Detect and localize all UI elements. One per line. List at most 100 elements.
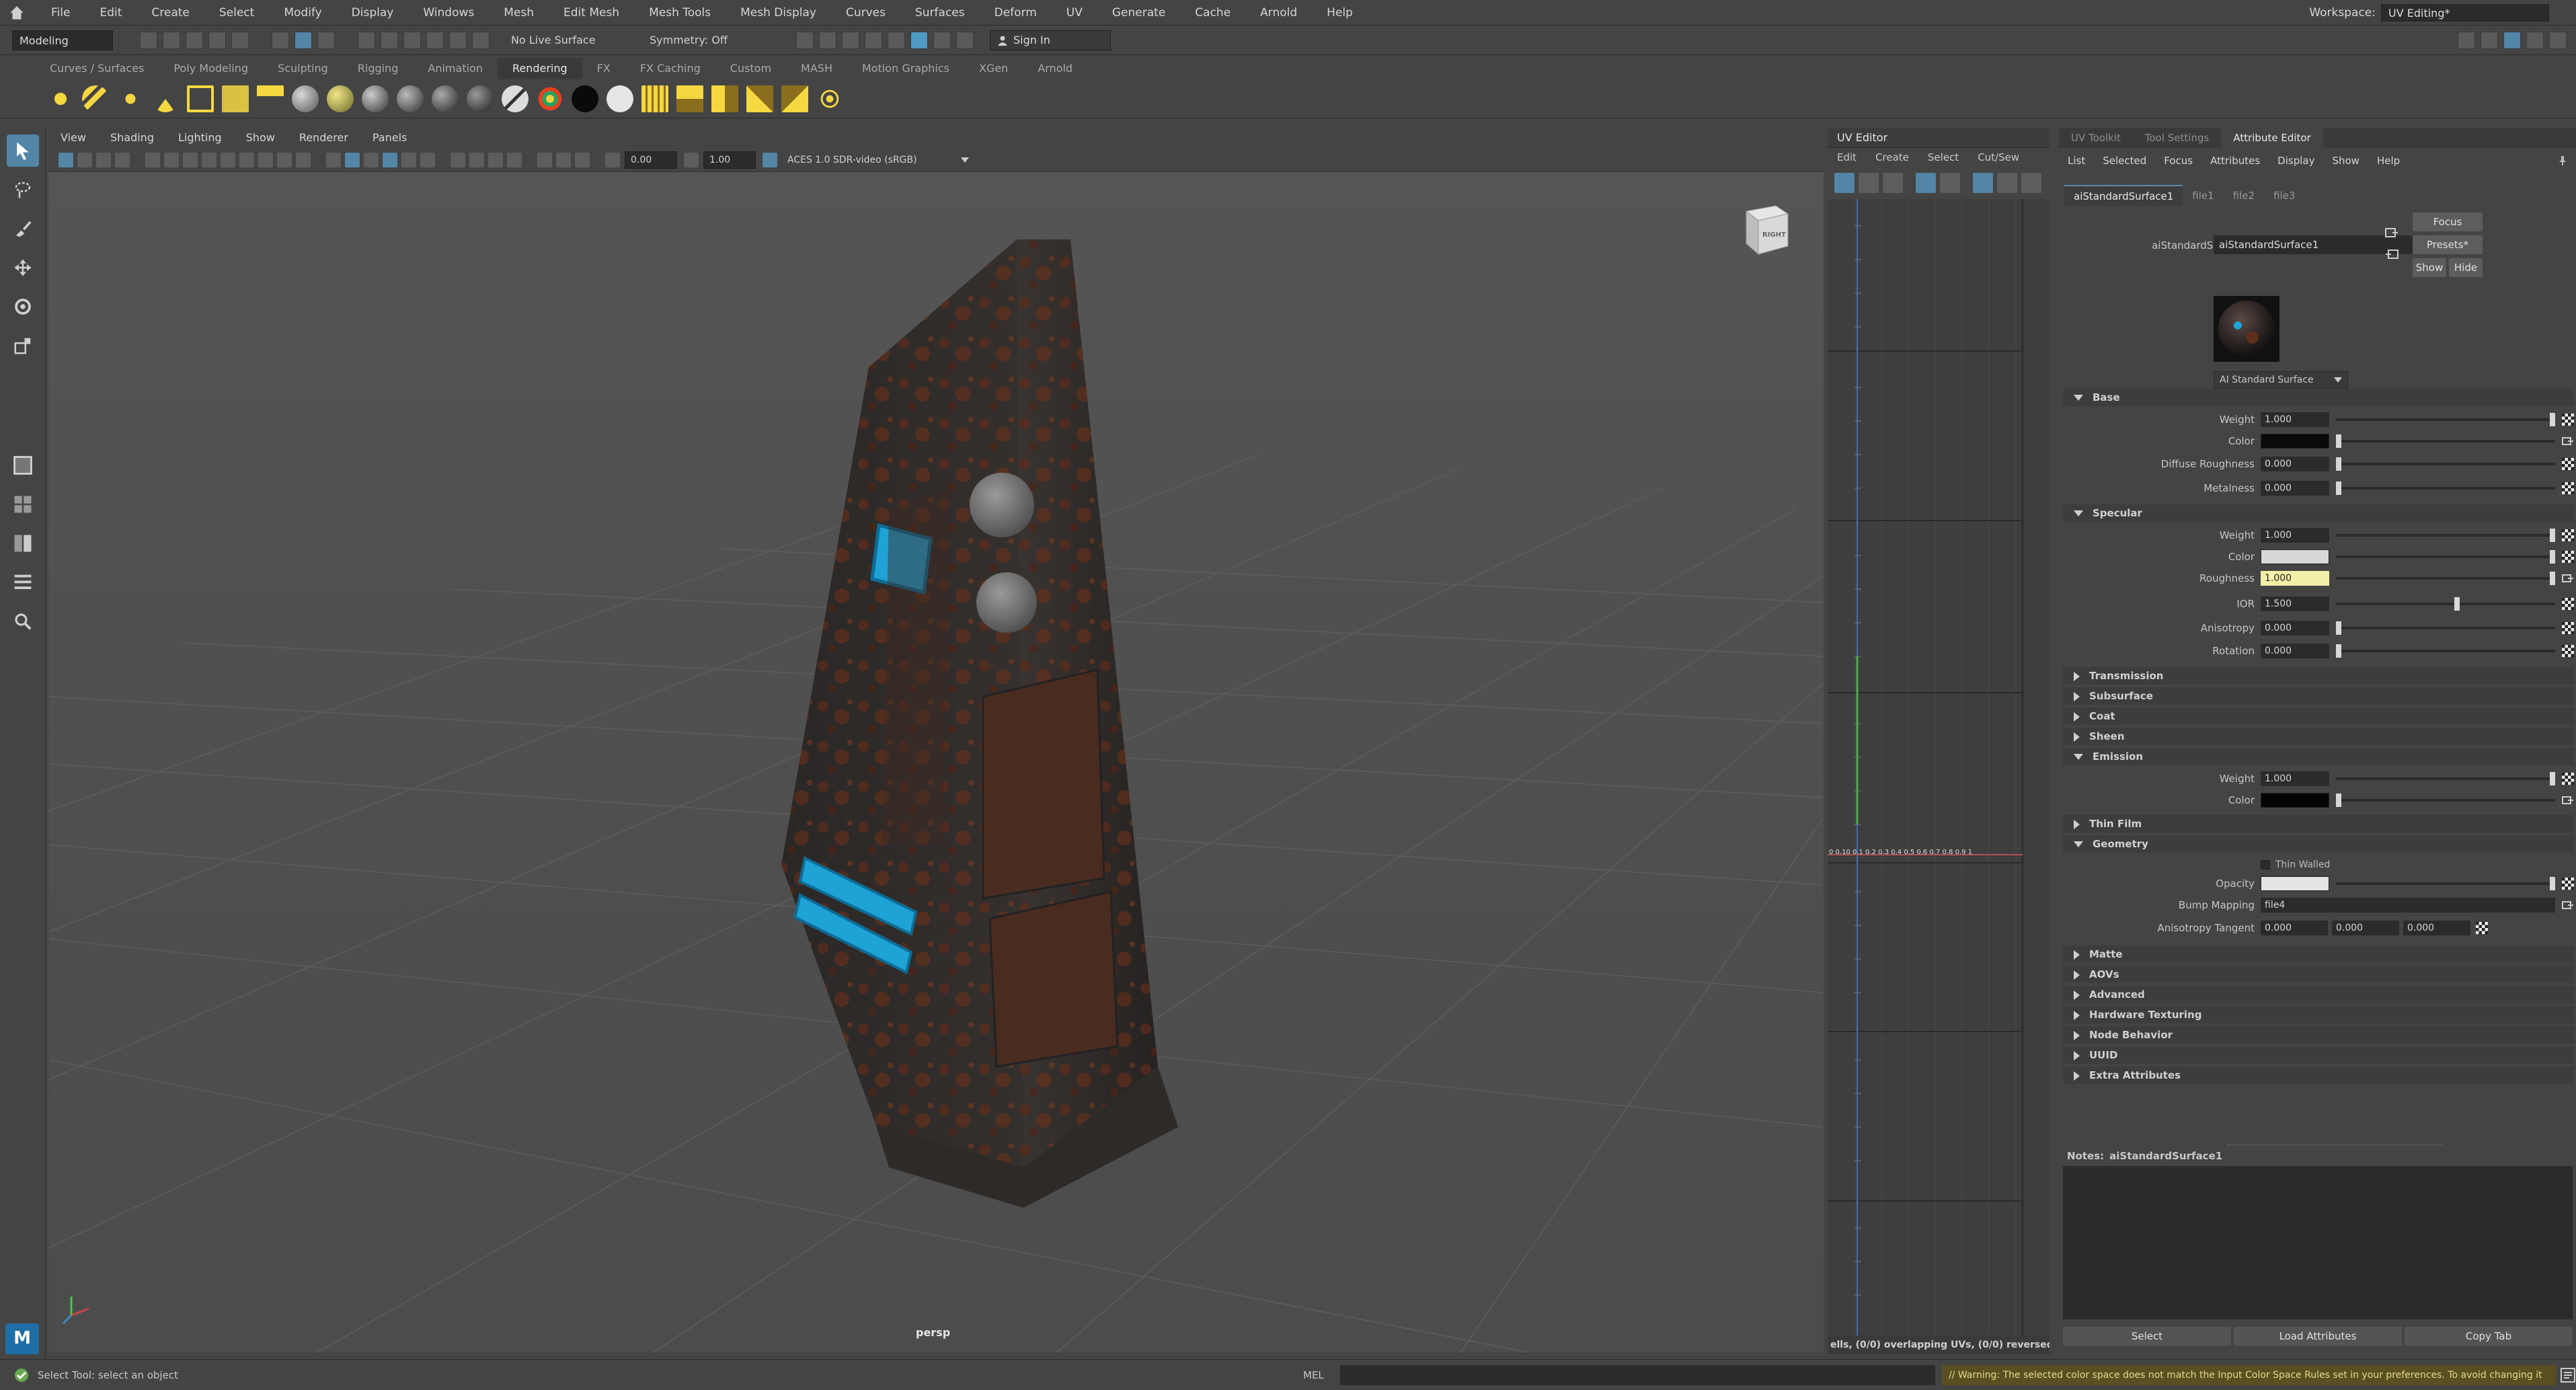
map-button-icon[interactable] bbox=[2562, 598, 2574, 610]
workspace-dropdown[interactable]: UV Editing* bbox=[2381, 3, 2549, 22]
snap-curve-icon[interactable] bbox=[381, 31, 398, 49]
outliner-layout-button[interactable] bbox=[7, 566, 39, 599]
snap-center-icon[interactable] bbox=[472, 31, 490, 49]
tool-settings-toggle-icon[interactable] bbox=[2526, 31, 2544, 49]
select-button[interactable]: Select bbox=[2063, 1327, 2231, 1346]
standard-surface-icon[interactable] bbox=[432, 85, 459, 112]
render-view-icon[interactable] bbox=[888, 31, 905, 49]
shelf-tab-arnold[interactable]: Arnold bbox=[1023, 58, 1087, 79]
section-aovs[interactable]: AOVs bbox=[2063, 966, 2574, 983]
anti-aliasing-icon[interactable] bbox=[488, 152, 503, 167]
focus-button[interactable]: Focus bbox=[2413, 213, 2483, 231]
light-editor-icon[interactable] bbox=[933, 31, 951, 49]
shelf-tab-xgen[interactable]: XGen bbox=[964, 58, 1023, 79]
tab-uv-toolkit[interactable]: UV Toolkit bbox=[2059, 128, 2133, 148]
wireframe-on-shaded-icon[interactable] bbox=[364, 152, 379, 167]
ior-slider[interactable] bbox=[2336, 597, 2555, 611]
map-button-icon[interactable] bbox=[2476, 922, 2488, 934]
blinn-material-icon[interactable] bbox=[327, 85, 354, 112]
emission-color-slider[interactable] bbox=[2336, 794, 2555, 807]
save-scene-icon[interactable] bbox=[186, 31, 203, 49]
map-button-icon[interactable] bbox=[2562, 458, 2574, 470]
shelf-tab-motion-graphics[interactable]: Motion Graphics bbox=[847, 58, 964, 79]
home-icon[interactable] bbox=[8, 4, 26, 22]
ae-menu-attributes[interactable]: Attributes bbox=[2201, 151, 2269, 171]
anisotropy-field[interactable]: 0.000 bbox=[2261, 621, 2329, 635]
spot-light-icon[interactable] bbox=[152, 85, 179, 112]
uv-image-display-icon[interactable] bbox=[1973, 173, 1993, 193]
uv-menu-cut-sew[interactable]: Cut/Sew bbox=[1968, 151, 2029, 163]
slider-knob[interactable] bbox=[2550, 572, 2555, 585]
open-scene-icon[interactable] bbox=[163, 31, 180, 49]
ambient-occlusion-icon[interactable] bbox=[451, 152, 465, 167]
slider-knob[interactable] bbox=[2550, 772, 2555, 785]
persp-outliner-layout-button[interactable] bbox=[7, 527, 39, 559]
channel-box-toggle-icon[interactable] bbox=[2481, 31, 2498, 49]
ae-menu-show[interactable]: Show bbox=[2323, 151, 2368, 171]
lambert-material-icon[interactable] bbox=[292, 85, 319, 112]
slider-knob[interactable] bbox=[2454, 597, 2460, 611]
rotation-slider[interactable] bbox=[2336, 644, 2555, 658]
depth-of-field-icon[interactable] bbox=[507, 152, 522, 167]
specular-color-slider[interactable] bbox=[2336, 550, 2555, 564]
paint-select-tool-button[interactable] bbox=[7, 213, 39, 245]
resolution-gate-icon[interactable] bbox=[221, 152, 235, 167]
slider-knob[interactable] bbox=[2336, 644, 2341, 658]
section-transmission[interactable]: Transmission bbox=[2063, 667, 2574, 685]
map-button-icon[interactable] bbox=[2562, 414, 2574, 426]
image-plane-icon[interactable] bbox=[115, 152, 130, 167]
uv-menu-select[interactable]: Select bbox=[1918, 151, 1968, 163]
select-camera-icon[interactable] bbox=[58, 152, 73, 167]
search-tool-button[interactable] bbox=[7, 605, 39, 638]
move-tool-button[interactable] bbox=[7, 252, 39, 284]
shelf-tab-rigging[interactable]: Rigging bbox=[343, 58, 414, 79]
anisotropy-tangent-z-field[interactable]: 0.000 bbox=[2403, 921, 2470, 935]
uv-menu-create[interactable]: Create bbox=[1866, 151, 1918, 163]
field-chart-icon[interactable] bbox=[258, 152, 273, 167]
show-button[interactable]: Show bbox=[2413, 258, 2446, 277]
anisotropy-tangent-x-field[interactable]: 0.000 bbox=[2261, 921, 2328, 935]
emission-weight-field[interactable]: 1.000 bbox=[2261, 771, 2329, 786]
section-uuid[interactable]: UUID bbox=[2063, 1046, 2574, 1064]
menu-generate[interactable]: Generate bbox=[1097, 0, 1180, 26]
xray-icon[interactable] bbox=[556, 152, 571, 167]
opacity-slider[interactable] bbox=[2336, 877, 2555, 890]
section-specular[interactable]: Specular bbox=[2063, 504, 2574, 522]
attribute-editor-toggle-icon[interactable] bbox=[2503, 31, 2521, 49]
ai-standard-surface-icon[interactable] bbox=[467, 85, 494, 112]
tab-attribute-editor[interactable]: Attribute Editor bbox=[2221, 128, 2323, 148]
section-extra-attributes[interactable]: Extra Attributes bbox=[2063, 1067, 2574, 1084]
specular-color-swatch[interactable] bbox=[2261, 549, 2329, 564]
viewport-menu-shading[interactable]: Shading bbox=[98, 128, 166, 148]
thin-walled-checkbox[interactable] bbox=[2261, 860, 2270, 870]
copy-tab-button[interactable]: Copy Tab bbox=[2405, 1327, 2573, 1346]
node-tab-aistandardsurface1[interactable]: aiStandardSurface1 bbox=[2064, 185, 2183, 206]
gate-mask-icon[interactable] bbox=[239, 152, 254, 167]
mel-label[interactable]: MEL bbox=[1303, 1369, 1324, 1381]
viewport-menu-view[interactable]: View bbox=[48, 128, 98, 148]
area-light-icon[interactable] bbox=[187, 85, 214, 112]
select-tool-button[interactable] bbox=[6, 134, 39, 167]
menu-help[interactable]: Help bbox=[1312, 0, 1368, 26]
hair-shader-icon[interactable] bbox=[502, 85, 529, 112]
map-button-icon[interactable] bbox=[2562, 773, 2574, 785]
slider-knob[interactable] bbox=[2550, 877, 2555, 890]
section-geometry[interactable]: Geometry bbox=[2063, 835, 2574, 853]
menu-edit-mesh[interactable]: Edit Mesh bbox=[549, 0, 634, 26]
map-button-icon[interactable] bbox=[2562, 529, 2574, 541]
view-transform-dropdown[interactable]: ACES 1.0 SDR-video (sRGB) bbox=[782, 151, 974, 168]
specular-weight-field[interactable]: 1.000 bbox=[2261, 528, 2329, 543]
menu-edit[interactable]: Edit bbox=[85, 0, 136, 26]
menu-windows[interactable]: Windows bbox=[408, 0, 489, 26]
ae-menu-selected[interactable]: Selected bbox=[2094, 151, 2155, 171]
shelf-tab-animation[interactable]: Animation bbox=[413, 58, 498, 79]
ae-menu-help[interactable]: Help bbox=[2368, 151, 2409, 171]
emission-color-swatch[interactable] bbox=[2261, 793, 2329, 808]
slider-knob[interactable] bbox=[2336, 621, 2341, 635]
scale-tool-button[interactable] bbox=[7, 330, 39, 362]
shadows-icon[interactable] bbox=[420, 152, 435, 167]
shelf-tab-poly-modeling[interactable]: Poly Modeling bbox=[159, 58, 263, 79]
shelf-tab-fx[interactable]: FX bbox=[582, 58, 625, 79]
shelf-tab-mash[interactable]: MASH bbox=[786, 58, 847, 79]
specular-roughness-slider[interactable] bbox=[2336, 572, 2555, 585]
